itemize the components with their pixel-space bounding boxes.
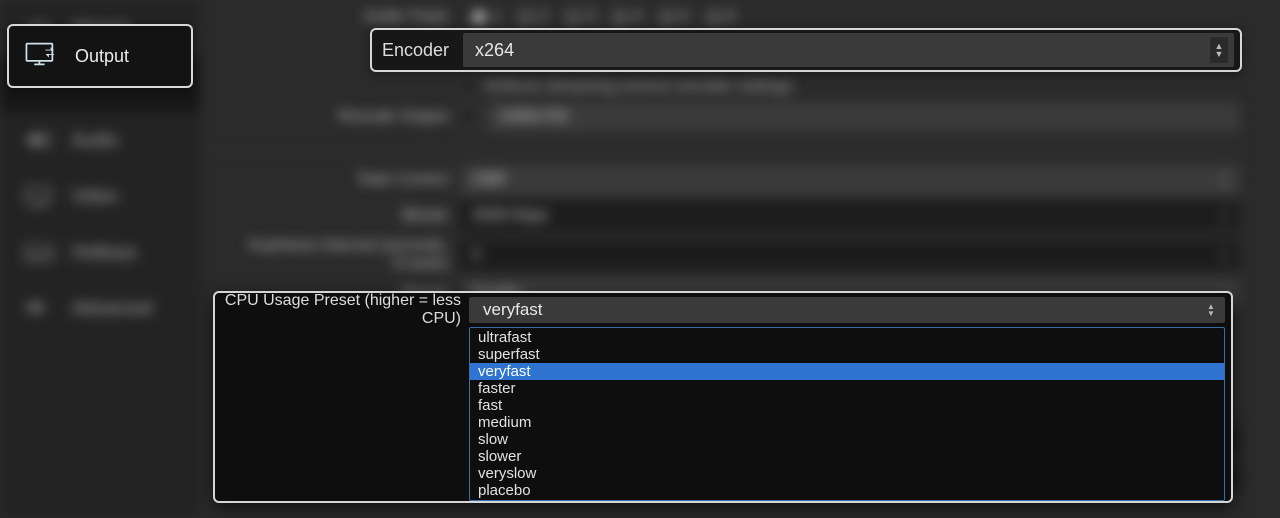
cpu-preset-value: veryfast: [483, 300, 543, 320]
cpu-preset-option[interactable]: veryslow: [470, 465, 1224, 482]
keyframe-field[interactable]: 2▲▼: [460, 240, 1240, 270]
rescale-row: Rescale Output 1280x720: [200, 102, 1280, 132]
cpu-preset-option[interactable]: slow: [470, 431, 1224, 448]
rate-control-row: Rate Control CBR▲▼: [200, 165, 1280, 195]
sidebar-item-video[interactable]: Video: [0, 168, 200, 224]
cpu-preset-option[interactable]: superfast: [470, 346, 1224, 363]
audio-track-row: Audio Track 1 2 3 4 5 6: [200, 8, 1280, 26]
cpu-preset-stepper-icon[interactable]: ▲▼: [1203, 299, 1219, 321]
enforce-checkbox[interactable]: [460, 79, 476, 95]
bitrate-field[interactable]: 2500 Kbps▲▼: [460, 201, 1240, 231]
audio-track-options[interactable]: 1 2 3 4 5 6: [460, 8, 735, 26]
cpu-preset-select[interactable]: veryfast ▲▼: [469, 297, 1225, 323]
sidebar-item-label: Advanced: [72, 298, 152, 319]
sidebar-item-advanced[interactable]: Advanced: [0, 280, 200, 336]
encoder-label: Encoder: [372, 40, 463, 61]
encoder-stepper-icon[interactable]: ▲▼: [1210, 37, 1228, 63]
sidebar-item-label: Video: [72, 186, 118, 207]
video-icon: [22, 182, 56, 210]
sidebar-item-audio[interactable]: Audio: [0, 112, 200, 168]
cpu-preset-option[interactable]: ultrafast: [470, 329, 1224, 346]
encoder-value: x264: [475, 40, 514, 61]
cpu-preset-option[interactable]: veryfast: [470, 363, 1224, 380]
sidebar-item-hotkeys[interactable]: Hotkeys: [0, 224, 200, 280]
bitrate-label: Bitrate: [200, 207, 460, 225]
enforce-label: Enforce streaming service encoder settin…: [486, 78, 793, 96]
cpu-preset-row: CPU Usage Preset (higher = less CPU) ver…: [213, 291, 1233, 503]
sidebar-item-label: Audio: [72, 130, 118, 151]
bitrate-row: Bitrate 2500 Kbps▲▼: [200, 201, 1280, 231]
cpu-preset-option[interactable]: slower: [470, 448, 1224, 465]
output-icon: [23, 39, 61, 74]
keyframe-label: Keyframe Interval (seconds, 0=auto): [200, 237, 460, 273]
cpu-preset-option[interactable]: placebo: [470, 482, 1224, 499]
advanced-icon: [22, 294, 56, 322]
cpu-preset-dropdown[interactable]: ultrafast superfast veryfast faster fast…: [469, 327, 1225, 501]
keyframe-row: Keyframe Interval (seconds, 0=auto) 2▲▼: [200, 237, 1280, 273]
cpu-preset-option[interactable]: medium: [470, 414, 1224, 431]
hotkeys-icon: [22, 238, 56, 266]
rate-control-label: Rate Control: [200, 171, 460, 189]
sidebar-item-label: Output: [75, 46, 129, 67]
cpu-preset-label: CPU Usage Preset (higher = less CPU): [215, 292, 469, 328]
rate-control-field[interactable]: CBR▲▼: [460, 165, 1240, 195]
rescale-label: Rescale Output: [200, 108, 460, 126]
cpu-preset-option[interactable]: fast: [470, 397, 1224, 414]
rescale-checkbox[interactable]: [460, 109, 476, 125]
audio-icon: [22, 126, 56, 154]
cpu-preset-option[interactable]: faster: [470, 380, 1224, 397]
rescale-field[interactable]: 1280x720: [486, 102, 1240, 132]
sidebar-item-label: Hotkeys: [72, 242, 137, 263]
sidebar-item-output[interactable]: Output: [7, 24, 193, 88]
encoder-row: Encoder x264 ▲▼: [370, 28, 1242, 72]
audio-track-label: Audio Track: [200, 8, 460, 26]
enforce-row: Enforce streaming service encoder settin…: [200, 78, 1280, 96]
encoder-select[interactable]: x264 ▲▼: [463, 33, 1234, 67]
